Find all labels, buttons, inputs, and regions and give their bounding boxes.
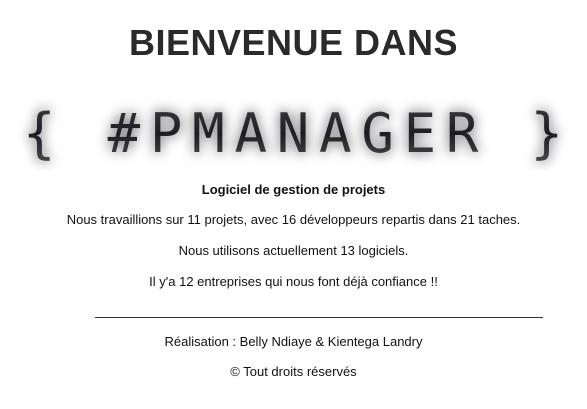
- page: BIENVENUE DANS {#PMANAGER} Logiciel de…: [0, 0, 587, 409]
- footer-copyright: © Tout droits réservés: [230, 364, 357, 379]
- footer-credits: Réalisation : Belly Ndiaye & Kientega La…: [164, 334, 423, 349]
- stats-line-projects: Nous travaillions sur 11 projets, avec 1…: [66, 212, 521, 227]
- stats-line-companies: Il y'a 12 entreprises qui nous font déjà…: [149, 274, 438, 289]
- footer-divider: [95, 317, 543, 318]
- stats-line-software: Nous utilisons actuellement 13 logiciels…: [178, 243, 409, 258]
- tagline: Logiciel de gestion de projets: [201, 182, 386, 197]
- logo-text: { #PMANAGER }: [23, 102, 563, 165]
- welcome-title: BIENVENUE DANS: [128, 22, 459, 63]
- pmanager-logo: { #PMANAGER }: [0, 86, 587, 170]
